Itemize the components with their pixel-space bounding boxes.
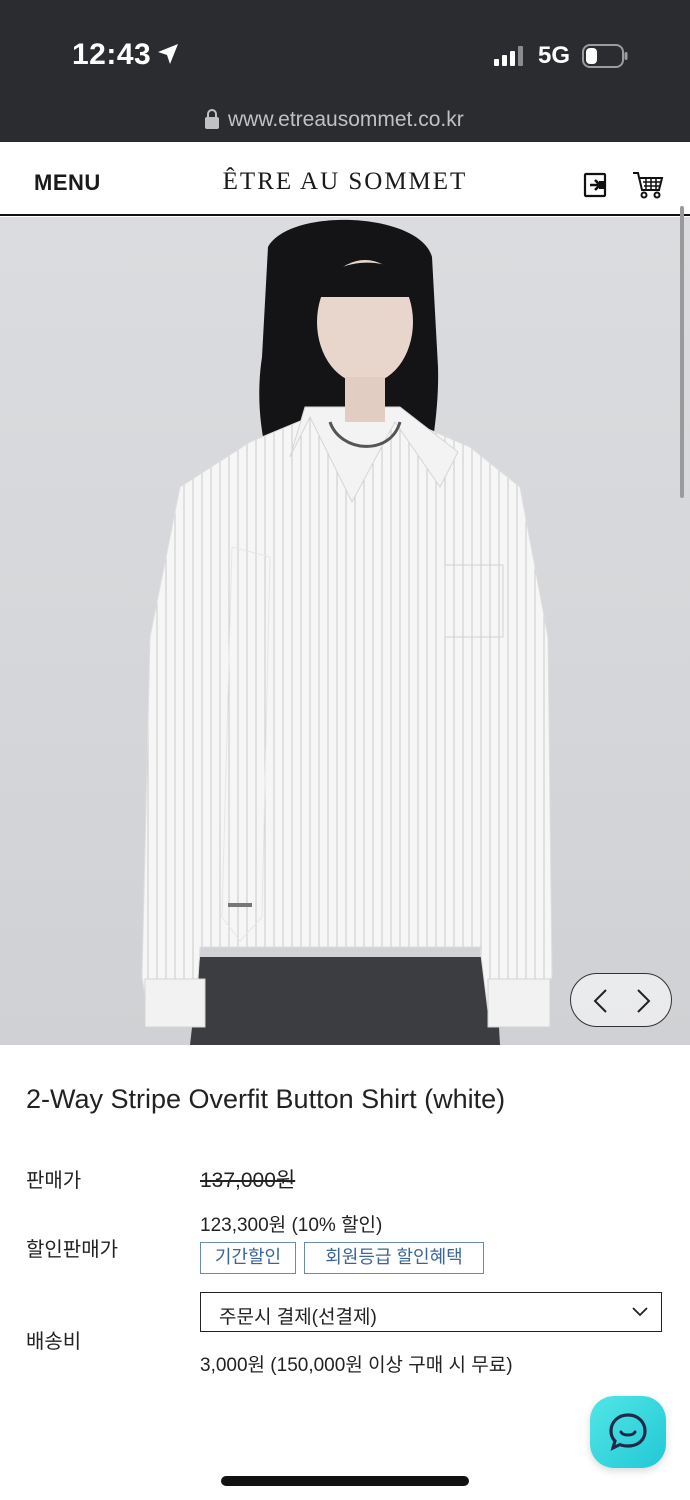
login-icon[interactable] [583,172,609,198]
site-header: MENU ÊTRE AU SOMMET [0,150,690,216]
chat-button[interactable] [590,1396,666,1468]
location-arrow-icon [158,44,178,64]
battery-icon [582,44,628,68]
chevron-down-icon [632,1307,648,1317]
product-title: 2-Way Stripe Overfit Button Shirt (white… [26,1084,506,1114]
url-bar[interactable]: www.etreausommet.co.kr [0,100,690,142]
price-original: 137,000원 [200,1169,296,1192]
home-indicator [221,1476,469,1486]
price-label: 판매가 [26,1170,82,1192]
chat-icon [609,1413,647,1452]
shipping-note: 3,000원 (150,000원 이상 구매 시 무료) [200,1355,513,1376]
signal-icon [494,46,523,66]
shipping-select-value: 주문시 결제(선결제) [219,1307,377,1328]
url-text: www.etreausommet.co.kr [228,108,464,131]
network-type: 5G [538,42,571,69]
carousel-controls [570,973,672,1027]
discount-price-label: 할인판매가 [26,1239,118,1261]
scroll-indicator [680,206,684,498]
shipping-select[interactable]: 주문시 결제(선결제) [200,1292,662,1332]
status-time: 12:43 [72,38,152,71]
cart-icon[interactable] [632,170,664,200]
chevron-left-icon[interactable] [591,988,611,1014]
shipping-label: 배송비 [26,1331,82,1353]
lock-icon [205,109,219,129]
product-image[interactable] [0,217,690,1045]
badge-member-discount[interactable]: 회원등급 할인혜택 [304,1242,484,1274]
price-sale: 123,300원 (10% 할인) [200,1215,383,1236]
badge-period-discount[interactable]: 기간할인 [200,1242,296,1274]
product-photo [141,219,553,1045]
status-bar: 12:43 5G [0,0,690,100]
chevron-right-icon[interactable] [633,988,653,1014]
